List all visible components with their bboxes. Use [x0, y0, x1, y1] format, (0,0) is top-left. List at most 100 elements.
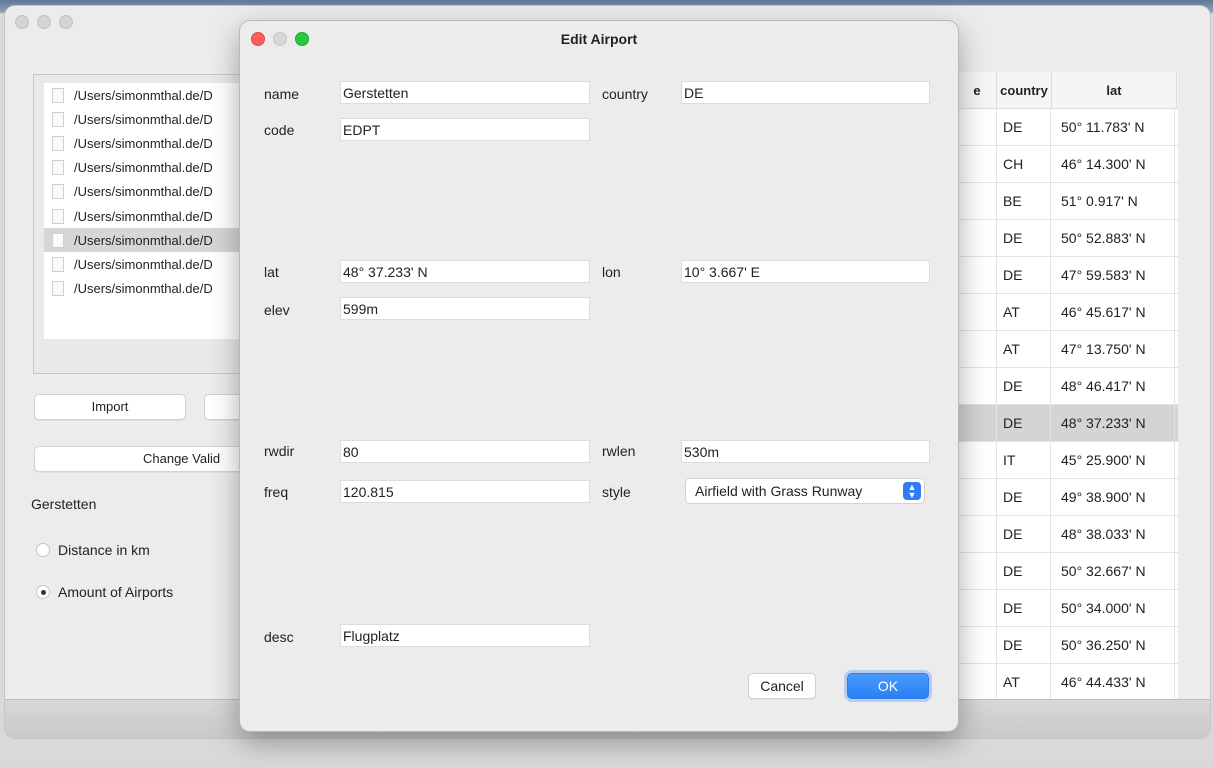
- document-icon: [52, 111, 64, 127]
- code-field[interactable]: [340, 118, 590, 141]
- ok-button[interactable]: OK: [847, 673, 929, 699]
- desc-field[interactable]: [340, 624, 590, 647]
- table-row[interactable]: DE 49° 38.900' N: [958, 479, 1178, 516]
- radio-amount[interactable]: Amount of Airports: [36, 584, 173, 600]
- lat-cell: 46° 45.617' N: [1051, 294, 1175, 330]
- country-cell: CH: [997, 146, 1051, 182]
- file-list[interactable]: /Users/simonmthal.de/D/Users/simonmthal.…: [44, 83, 259, 339]
- radio-distance-label: Distance in km: [58, 542, 150, 558]
- country-cell: AT: [997, 331, 1051, 367]
- desc-label: desc: [264, 629, 294, 645]
- rwdir-field[interactable]: [340, 440, 590, 463]
- country-cell: DE: [997, 109, 1051, 145]
- name-field[interactable]: [340, 81, 590, 104]
- file-list-panel: /Users/simonmthal.de/D/Users/simonmthal.…: [33, 74, 260, 374]
- country-cell: DE: [997, 590, 1051, 626]
- table-row[interactable]: DE 50° 34.000' N: [958, 590, 1178, 627]
- column-header-lat[interactable]: lat: [1052, 72, 1177, 108]
- table-row[interactable]: DE 50° 36.250' N: [958, 627, 1178, 664]
- table-row[interactable]: AT 46° 44.433' N: [958, 664, 1178, 699]
- table-row[interactable]: CH 46° 14.300' N: [958, 146, 1178, 183]
- selected-airport-label: Gerstetten: [31, 496, 97, 512]
- table-cell: [958, 590, 997, 626]
- lon-field[interactable]: [681, 260, 930, 283]
- file-path: /Users/simonmthal.de/D: [74, 87, 213, 103]
- table-row[interactable]: AT 46° 45.617' N: [958, 294, 1178, 331]
- lat-cell: 45° 25.900' N: [1051, 442, 1175, 478]
- lat-cell: 47° 59.583' N: [1051, 257, 1175, 293]
- file-list-item[interactable]: /Users/simonmthal.de/D: [44, 156, 259, 180]
- country-cell: AT: [997, 294, 1051, 330]
- table-row[interactable]: BE 51° 0.917' N: [958, 183, 1178, 220]
- table-row[interactable]: DE 48° 38.033' N: [958, 516, 1178, 553]
- file-list-item[interactable]: /Users/simonmthal.de/D: [44, 107, 259, 131]
- radio-distance-button[interactable]: [36, 543, 50, 557]
- freq-label: freq: [264, 484, 289, 500]
- document-icon: [52, 232, 64, 248]
- file-list-item[interactable]: /Users/simonmthal.de/D: [44, 204, 259, 228]
- rwlen-label: rwlen: [602, 443, 636, 459]
- change-valid-button[interactable]: Change Valid: [34, 446, 264, 472]
- code-label: code: [264, 122, 295, 138]
- import-button[interactable]: Import: [34, 394, 186, 420]
- table-row[interactable]: DE 47° 59.583' N: [958, 257, 1178, 294]
- table-row[interactable]: DE 50° 52.883' N: [958, 220, 1178, 257]
- table-cell: [958, 109, 997, 145]
- column-header-country[interactable]: country: [997, 72, 1052, 108]
- lat-cell: 48° 37.233' N: [1051, 405, 1175, 441]
- country-label: country: [602, 86, 648, 102]
- table-cell: [958, 516, 997, 552]
- table-row[interactable]: DE 48° 37.233' N: [958, 405, 1178, 442]
- lat-field[interactable]: [340, 260, 590, 283]
- elev-field[interactable]: [340, 297, 590, 320]
- file-path: /Users/simonmthal.de/D: [74, 160, 213, 176]
- table-row[interactable]: AT 47° 13.750' N: [958, 331, 1178, 368]
- cancel-button[interactable]: Cancel: [748, 673, 816, 699]
- lat-cell: 51° 0.917' N: [1051, 183, 1175, 219]
- table-row[interactable]: DE 50° 32.667' N: [958, 553, 1178, 590]
- column-header[interactable]: e: [958, 72, 997, 108]
- rwdir-label: rwdir: [264, 443, 295, 459]
- file-path: /Users/simonmthal.de/D: [74, 135, 213, 151]
- lat-cell: 50° 32.667' N: [1051, 553, 1175, 589]
- file-list-item[interactable]: /Users/simonmthal.de/D: [44, 83, 259, 107]
- document-icon: [52, 184, 64, 200]
- airport-table[interactable]: e country lat DE 50° 11.783' N CH 46° 14.30…: [957, 72, 1178, 699]
- lat-cell: 49° 38.900' N: [1051, 479, 1175, 515]
- file-list-item[interactable]: /Users/simonmthal.de/D: [44, 180, 259, 204]
- table-cell: [958, 405, 997, 441]
- country-cell: AT: [997, 664, 1051, 699]
- file-list-item[interactable]: /Users/simonmthal.de/D: [44, 228, 259, 253]
- file-list-item[interactable]: /Users/simonmthal.de/D: [44, 131, 259, 155]
- lat-cell: 48° 46.417' N: [1051, 368, 1175, 404]
- table-row[interactable]: DE 48° 46.417' N: [958, 368, 1178, 405]
- lat-cell: 50° 11.783' N: [1051, 109, 1175, 145]
- file-list-item[interactable]: /Users/simonmthal.de/D: [44, 277, 259, 301]
- style-select[interactable]: Airfield with Grass Runway ▲ ▼: [685, 478, 925, 504]
- table-cell: [958, 257, 997, 293]
- country-cell: DE: [997, 516, 1051, 552]
- table-row[interactable]: DE 50° 11.783' N: [958, 109, 1178, 146]
- country-field[interactable]: [681, 81, 930, 104]
- table-cell: [958, 664, 997, 699]
- file-path: /Users/simonmthal.de/D: [74, 208, 213, 224]
- country-cell: BE: [997, 183, 1051, 219]
- elev-label: elev: [264, 302, 290, 318]
- table-cell: [958, 146, 997, 182]
- file-path: /Users/simonmthal.de/D: [74, 232, 213, 248]
- dialog-title: Edit Airport: [560, 31, 638, 47]
- table-cell: [958, 442, 997, 478]
- table-cell: [958, 553, 997, 589]
- table-body: DE 50° 11.783' N CH 46° 14.300' N BE 51° 0.91…: [958, 109, 1178, 699]
- table-row[interactable]: IT 45° 25.900' N: [958, 442, 1178, 479]
- freq-field[interactable]: [340, 480, 590, 503]
- rwlen-field[interactable]: [681, 440, 930, 463]
- radio-distance[interactable]: Distance in km: [36, 542, 150, 558]
- document-icon: [52, 256, 64, 272]
- country-cell: DE: [997, 257, 1051, 293]
- file-list-item[interactable]: /Users/simonmthal.de/D: [44, 252, 259, 276]
- country-cell: DE: [997, 627, 1051, 663]
- name-label: name: [264, 86, 300, 102]
- radio-amount-button[interactable]: [36, 585, 50, 599]
- document-icon: [52, 208, 64, 224]
